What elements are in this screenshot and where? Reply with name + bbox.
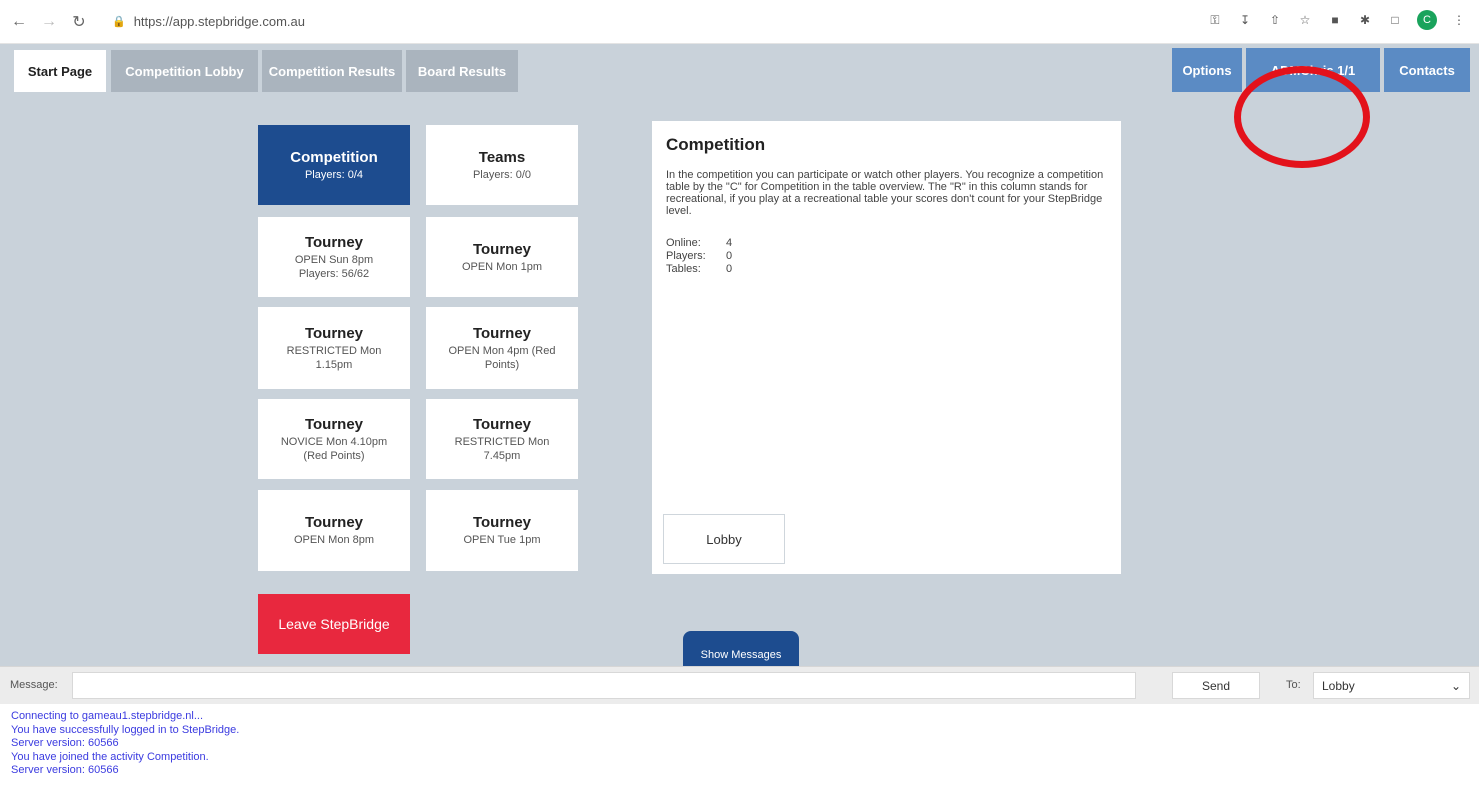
install-icon[interactable]: ↧ bbox=[1237, 12, 1253, 28]
tile-subtitle: OPEN Mon 1pm bbox=[461, 260, 543, 273]
app-area: Start Page Competition Lobby Competition… bbox=[0, 44, 1479, 667]
recipient-selected: Lobby bbox=[1322, 678, 1355, 693]
tile-title: Teams bbox=[478, 148, 526, 166]
log-line: You have joined the activity Competition… bbox=[11, 750, 209, 763]
tile-title: Competition bbox=[290, 148, 378, 166]
menu-icon[interactable]: ⋮ bbox=[1451, 12, 1467, 28]
detail-title: Competition bbox=[666, 135, 766, 154]
key-icon[interactable]: ⚿ bbox=[1207, 12, 1223, 28]
tile-tourney[interactable]: Tourney OPEN Mon 4pm (Red Points) bbox=[426, 307, 578, 389]
message-log: Connecting to gameau1.stepbridge.nl... Y… bbox=[0, 704, 1479, 810]
tile-tourney[interactable]: Tourney OPEN Mon 8pm bbox=[258, 490, 410, 571]
stat-online: Online: 4 bbox=[666, 237, 1107, 250]
tile-title: Tourney bbox=[472, 415, 532, 433]
show-messages-button[interactable]: Show Messages bbox=[683, 631, 799, 667]
sidepanel-icon[interactable]: □ bbox=[1387, 12, 1403, 28]
tile-subtitle: OPEN Mon 4pm (Red Points) bbox=[448, 344, 556, 371]
stat-value: 0 bbox=[726, 263, 733, 275]
tile-subtitle: Players: 0/4 bbox=[304, 168, 364, 181]
message-input[interactable] bbox=[72, 672, 1136, 699]
lock-icon: 🔒 bbox=[112, 16, 126, 28]
star-icon[interactable]: ☆ bbox=[1297, 12, 1313, 28]
tile-title: Tourney bbox=[304, 324, 364, 342]
tile-tourney[interactable]: Tourney OPEN Tue 1pm bbox=[426, 490, 578, 571]
tile-subtitle: RESTRICTED Mon 1.15pm bbox=[286, 344, 382, 371]
tile-title: Tourney bbox=[472, 240, 532, 258]
puzzle-icon[interactable]: ✱ bbox=[1357, 12, 1373, 28]
tab-bar: Start Page Competition Lobby Competition… bbox=[0, 44, 1479, 92]
log-line: You have successfully logged in to StepB… bbox=[11, 723, 240, 736]
tile-players: Players: 56/62 bbox=[298, 267, 370, 280]
tile-subtitle: OPEN Mon 8pm bbox=[293, 534, 375, 546]
back-icon[interactable]: ← bbox=[8, 11, 30, 33]
message-bar: Message: Send To: Lobby ⌄ bbox=[0, 666, 1479, 704]
tab-board-results[interactable]: Board Results bbox=[406, 50, 518, 92]
tab-options[interactable]: Options bbox=[1172, 48, 1242, 92]
tile-title: Tourney bbox=[304, 415, 364, 433]
tab-competition-results[interactable]: Competition Results bbox=[262, 50, 402, 92]
tab-contacts[interactable]: Contacts bbox=[1384, 48, 1470, 92]
extensions-area: ⚿ ↧ ⇧ ☆ ■ ✱ □ C ⋮ bbox=[1207, 10, 1467, 30]
stat-tables: Tables: 0 bbox=[666, 263, 1107, 276]
tile-title: Tourney bbox=[304, 233, 364, 251]
reload-icon[interactable]: ↻ bbox=[68, 11, 90, 33]
log-line: Server version: 60566 bbox=[11, 737, 119, 749]
log-line: Connecting to gameau1.stepbridge.nl... bbox=[11, 710, 204, 722]
log-line: Server version: 60566 bbox=[11, 764, 119, 776]
tile-tourney[interactable]: Tourney OPEN Mon 1pm bbox=[426, 217, 578, 297]
tile-title: Tourney bbox=[304, 514, 364, 531]
to-label: To: bbox=[1286, 679, 1301, 691]
address-bar[interactable]: 🔒 https://app.stepbridge.com.au bbox=[112, 14, 305, 29]
tile-subtitle: Players: 0/0 bbox=[472, 168, 532, 181]
tab-competition-lobby[interactable]: Competition Lobby bbox=[111, 50, 258, 92]
profile-avatar[interactable]: C bbox=[1417, 10, 1437, 30]
tile-tourney[interactable]: Tourney RESTRICTED Mon 1.15pm bbox=[258, 307, 410, 389]
tile-title: Tourney bbox=[472, 324, 532, 342]
chevron-down-icon: ⌄ bbox=[1450, 678, 1461, 693]
stat-label: Online: bbox=[666, 237, 701, 249]
detail-stats: Online: 4 Players: 0 Tables: 0 bbox=[666, 237, 1107, 276]
url-text: https://app.stepbridge.com.au bbox=[133, 14, 305, 29]
forward-icon[interactable]: → bbox=[38, 11, 60, 33]
tile-teams[interactable]: Teams Players: 0/0 bbox=[426, 125, 578, 205]
stat-label: Players: bbox=[666, 250, 706, 262]
activity-detail-panel: Competition In the competition you can p… bbox=[652, 121, 1121, 574]
tile-subtitle: OPEN Sun 8pm bbox=[294, 253, 374, 266]
recipient-select[interactable]: Lobby ⌄ bbox=[1313, 672, 1470, 699]
stat-value: 0 bbox=[726, 250, 733, 262]
tile-competition[interactable]: Competition Players: 0/4 bbox=[258, 125, 410, 205]
tile-title: Tourney bbox=[472, 514, 532, 531]
tile-tourney[interactable]: Tourney OPEN Sun 8pm Players: 56/62 bbox=[258, 217, 410, 297]
stat-value: 4 bbox=[726, 237, 733, 249]
lobby-button[interactable]: Lobby bbox=[663, 514, 785, 564]
message-label: Message: bbox=[10, 679, 58, 691]
stat-label: Tables: bbox=[666, 263, 701, 275]
tile-subtitle: RESTRICTED Mon 7.45pm bbox=[454, 435, 550, 462]
send-button[interactable]: Send bbox=[1172, 672, 1260, 699]
browser-toolbar: ← → ↻ 🔒 https://app.stepbridge.com.au ⚿ … bbox=[0, 0, 1479, 44]
tile-tourney[interactable]: Tourney NOVICE Mon 4.10pm (Red Points) bbox=[258, 399, 410, 479]
tile-tourney[interactable]: Tourney RESTRICTED Mon 7.45pm bbox=[426, 399, 578, 479]
tile-subtitle: NOVICE Mon 4.10pm (Red Points) bbox=[280, 435, 388, 462]
share-icon[interactable]: ⇧ bbox=[1267, 12, 1283, 28]
tab-start-page[interactable]: Start Page bbox=[14, 50, 106, 92]
extension-icon[interactable]: ■ bbox=[1327, 12, 1343, 28]
stat-players: Players: 0 bbox=[666, 250, 1107, 263]
tab-user-account[interactable]: ADMChris 1/1 bbox=[1246, 48, 1380, 92]
detail-description: In the competition you can participate o… bbox=[666, 169, 1104, 217]
leave-stepbridge-button[interactable]: Leave StepBridge bbox=[258, 594, 410, 654]
tile-subtitle: OPEN Tue 1pm bbox=[463, 534, 541, 546]
